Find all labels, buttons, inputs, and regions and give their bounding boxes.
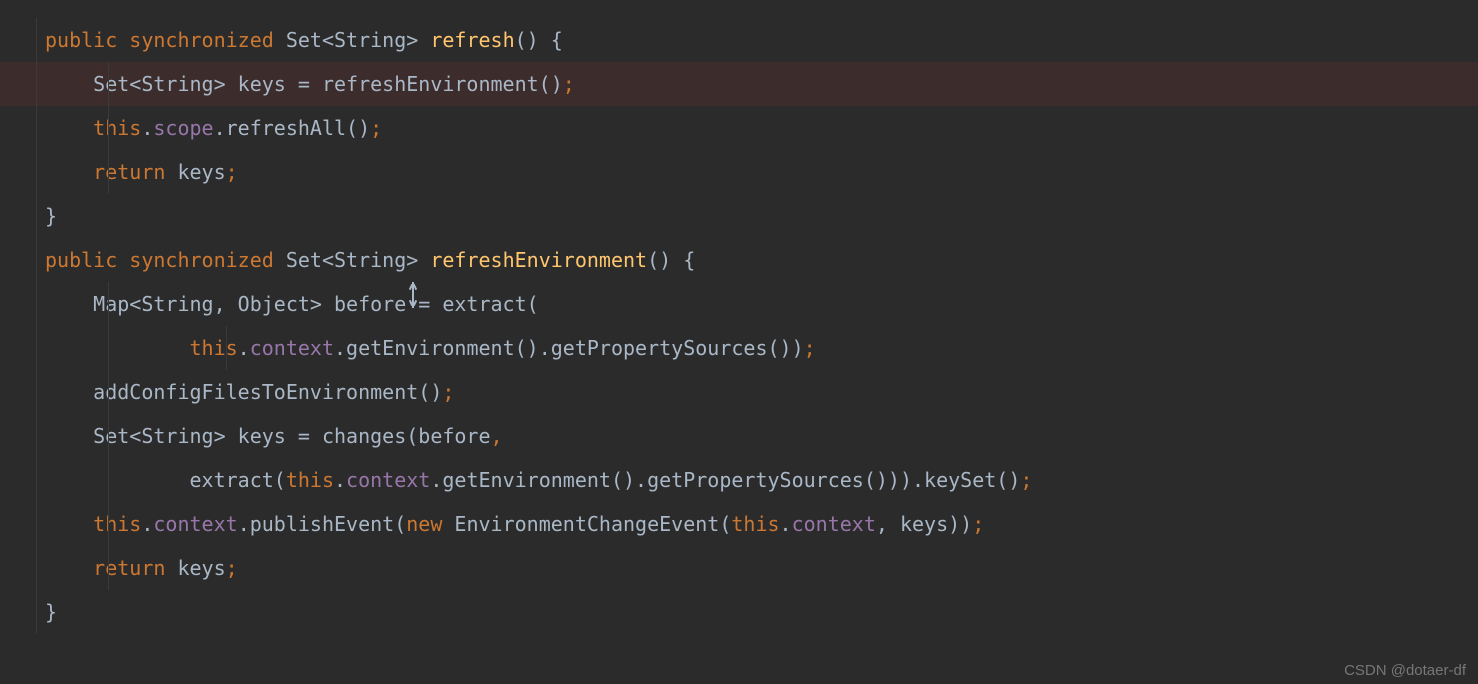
property-context: context — [153, 512, 237, 536]
code-text: Map<String, Object> before = extract( — [45, 292, 539, 316]
method-call: refreshAll() — [226, 116, 371, 140]
code-text: addConfigFilesToEnvironment() — [45, 380, 442, 404]
keyword-this: this — [45, 116, 141, 140]
code-line-highlighted[interactable]: Set<String> keys = refreshEnvironment(); — [0, 62, 1478, 106]
code-line[interactable]: Map<String, Object> before = extract( — [0, 282, 1478, 326]
semicolon: ; — [563, 72, 575, 96]
keyword-public: public — [45, 248, 117, 272]
type: Set<String> — [286, 248, 418, 272]
property-context: context — [346, 468, 430, 492]
keyword-return: return — [45, 160, 165, 184]
code-line[interactable]: return keys; — [0, 546, 1478, 590]
code-line[interactable]: this.context.publishEvent(new Environmen… — [0, 502, 1478, 546]
code-line[interactable]: } — [0, 590, 1478, 634]
keyword-this: this — [190, 336, 238, 360]
code-line[interactable]: this.context.getEnvironment().getPropert… — [0, 326, 1478, 370]
brace-close: } — [45, 204, 57, 228]
code-line[interactable]: public synchronized Set<String> refreshE… — [0, 238, 1478, 282]
code-text: Set<String> keys = changes(before — [45, 424, 491, 448]
keyword-synchronized: synchronized — [129, 28, 274, 52]
property-context: context — [792, 512, 876, 536]
code-line[interactable]: return keys; — [0, 150, 1478, 194]
property-scope: scope — [153, 116, 213, 140]
watermark: CSDN @dotaer-df — [1344, 663, 1466, 678]
type: Set<String> — [286, 28, 418, 52]
brace-close: } — [45, 600, 57, 624]
keyword-synchronized: synchronized — [129, 248, 274, 272]
keyword-public: public — [45, 28, 117, 52]
method-name: refresh — [430, 28, 514, 52]
property-context: context — [250, 336, 334, 360]
keyword-this: this — [286, 468, 334, 492]
punct: () { — [515, 28, 563, 52]
code-line[interactable]: this.scope.refreshAll(); — [0, 106, 1478, 150]
keyword-this: this — [731, 512, 779, 536]
code-text: Set<String> keys = refreshEnvironment() — [45, 72, 563, 96]
keyword-this: this — [93, 512, 141, 536]
code-line[interactable]: extract(this.context.getEnvironment().ge… — [0, 458, 1478, 502]
keyword-new: new — [406, 512, 442, 536]
code-line[interactable]: } — [0, 194, 1478, 238]
code-editor[interactable]: public synchronized Set<String> refresh(… — [0, 0, 1478, 634]
code-line[interactable]: Set<String> keys = changes(before, — [0, 414, 1478, 458]
code-line[interactable]: addConfigFilesToEnvironment(); — [0, 370, 1478, 414]
code-line[interactable]: public synchronized Set<String> refresh(… — [0, 18, 1478, 62]
keyword-return: return — [45, 556, 165, 580]
method-name: refreshEnvironment — [430, 248, 647, 272]
